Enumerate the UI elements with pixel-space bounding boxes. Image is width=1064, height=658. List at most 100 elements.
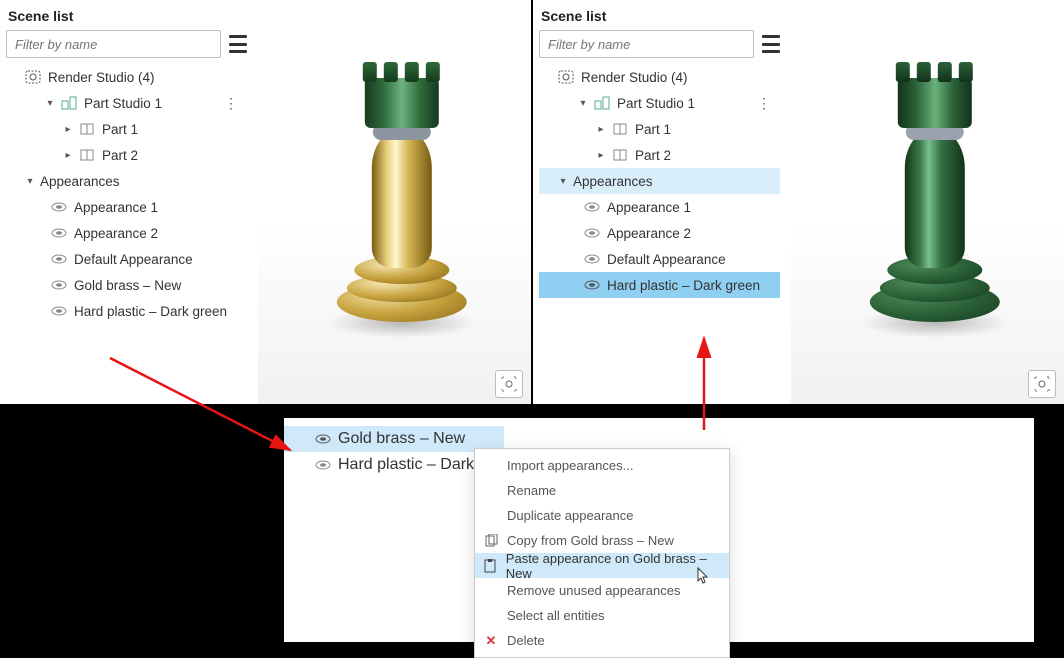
- chevron-down-icon: ▾: [24, 176, 36, 187]
- part-2-label: Part 2: [102, 148, 138, 163]
- blank-icon: [483, 483, 499, 499]
- appearance-row[interactable]: Appearance 1: [539, 194, 780, 220]
- tree-part-2[interactable]: ▸ Part 2: [6, 142, 247, 168]
- appearance-icon: [583, 251, 601, 267]
- context-row-plastic[interactable]: Hard plastic – Dark: [284, 452, 504, 478]
- appearance-label: Appearance 1: [607, 200, 691, 215]
- chevron-right-icon: ▸: [62, 150, 74, 161]
- appearance-row-plastic-selected[interactable]: Hard plastic – Dark green: [539, 272, 780, 298]
- render-studio-icon: [557, 69, 575, 85]
- menu-select-all-label: Select all entities: [507, 608, 605, 623]
- blank-icon: [483, 608, 499, 624]
- scene-list-column: Scene list Render Studio (4) ▾ Part Stud…: [533, 0, 788, 298]
- cursor-icon: [694, 566, 712, 591]
- list-view-toggle-icon[interactable]: [229, 35, 247, 53]
- part-studio-label: Part Studio 1: [84, 96, 162, 111]
- tree-root-label: Render Studio (4): [581, 70, 688, 85]
- chevron-right-icon: ▸: [595, 150, 607, 161]
- filter-row: [6, 30, 247, 58]
- chess-rook-green: [849, 40, 1019, 340]
- context-row-label: Gold brass – New: [338, 430, 465, 448]
- menu-copy-label: Copy from Gold brass – New: [507, 533, 674, 548]
- appearances-header[interactable]: ▾ Appearances: [6, 168, 247, 194]
- part-studio-icon: [60, 95, 78, 111]
- appearance-icon: [314, 431, 332, 447]
- filter-input[interactable]: [6, 30, 221, 58]
- chevron-down-icon: ▾: [557, 176, 569, 187]
- part-icon: [78, 121, 96, 137]
- menu-delete[interactable]: ✕ Delete: [475, 628, 729, 653]
- tree-root[interactable]: Render Studio (4): [6, 64, 247, 90]
- scene-list-title: Scene list: [541, 8, 780, 24]
- tree-part-studio[interactable]: ▾ Part Studio 1 ⋮: [539, 90, 780, 116]
- blank-icon: [483, 508, 499, 524]
- tree-part-1[interactable]: ▸ Part 1: [6, 116, 247, 142]
- context-row-gold[interactable]: Gold brass – New: [284, 426, 504, 452]
- menu-import-label: Import appearances...: [507, 458, 633, 473]
- menu-paste-appearance[interactable]: Paste appearance on Gold brass – New: [475, 553, 729, 578]
- appearances-header[interactable]: ▾ Appearances: [539, 168, 780, 194]
- appearance-icon: [583, 199, 601, 215]
- appearance-label: Hard plastic – Dark green: [74, 304, 227, 319]
- menu-rename[interactable]: Rename: [475, 478, 729, 503]
- appearance-icon: [50, 225, 68, 241]
- list-view-toggle-icon[interactable]: [762, 35, 780, 53]
- appearance-icon: [50, 199, 68, 215]
- viewport-before[interactable]: [258, 0, 531, 404]
- context-menu: Import appearances... Rename Duplicate a…: [474, 448, 730, 658]
- tree-root[interactable]: Render Studio (4): [539, 64, 780, 90]
- appearance-icon: [314, 457, 332, 473]
- tree-part-studio[interactable]: ▾ Part Studio 1 ⋮: [6, 90, 247, 116]
- appearance-label: Default Appearance: [74, 252, 193, 267]
- appearance-row[interactable]: Appearance 2: [539, 220, 780, 246]
- appearance-row[interactable]: Default Appearance: [6, 246, 247, 272]
- part-1-label: Part 1: [635, 122, 671, 137]
- context-row-label: Hard plastic – Dark: [338, 456, 474, 474]
- appearance-row-plastic[interactable]: Hard plastic – Dark green: [6, 298, 247, 324]
- appearance-row-gold[interactable]: Gold brass – New: [6, 272, 247, 298]
- appearance-label: Appearance 2: [74, 226, 158, 241]
- menu-remove-unused[interactable]: Remove unused appearances: [475, 578, 729, 603]
- appearance-icon: [50, 303, 68, 319]
- context-menu-rows: Gold brass – New Hard plastic – Dark: [284, 426, 504, 478]
- delete-icon: ✕: [483, 633, 499, 649]
- appearance-row[interactable]: Appearance 2: [6, 220, 247, 246]
- menu-delete-label: Delete: [507, 633, 545, 648]
- part-2-label: Part 2: [635, 148, 671, 163]
- appearance-label: Gold brass – New: [74, 278, 181, 293]
- appearance-row[interactable]: Appearance 1: [6, 194, 247, 220]
- menu-import[interactable]: Import appearances...: [475, 453, 729, 478]
- part-icon: [611, 121, 629, 137]
- frame-selection-button[interactable]: [1028, 370, 1056, 398]
- blank-icon: [483, 458, 499, 474]
- viewport-after[interactable]: [791, 0, 1064, 404]
- chevron-down-icon: ▾: [44, 98, 56, 109]
- chevron-right-icon: ▸: [62, 124, 74, 135]
- part-studio-icon: [593, 95, 611, 111]
- menu-copy-from[interactable]: Copy from Gold brass – New: [475, 528, 729, 553]
- kebab-menu-icon[interactable]: ⋮: [224, 95, 237, 112]
- tree-part-2[interactable]: ▸ Part 2: [539, 142, 780, 168]
- menu-rename-label: Rename: [507, 483, 556, 498]
- tree-root-label: Render Studio (4): [48, 70, 155, 85]
- frame-selection-button[interactable]: [495, 370, 523, 398]
- menu-duplicate[interactable]: Duplicate appearance: [475, 503, 729, 528]
- scene-list-title: Scene list: [8, 8, 247, 24]
- part-icon: [611, 147, 629, 163]
- paste-icon: [483, 558, 498, 574]
- appearance-icon: [583, 225, 601, 241]
- menu-select-all[interactable]: Select all entities: [475, 603, 729, 628]
- menu-remove-label: Remove unused appearances: [507, 583, 680, 598]
- menu-paste-label: Paste appearance on Gold brass – New: [506, 551, 719, 581]
- appearance-label: Default Appearance: [607, 252, 726, 267]
- chess-rook-gold: [316, 40, 486, 340]
- filter-row: [539, 30, 780, 58]
- appearance-icon: [583, 277, 601, 293]
- appearance-icon: [50, 277, 68, 293]
- tree-part-1[interactable]: ▸ Part 1: [539, 116, 780, 142]
- filter-input[interactable]: [539, 30, 754, 58]
- scene-tree: Render Studio (4) ▾ Part Studio 1 ⋮ ▸ Pa…: [539, 64, 780, 298]
- appearance-row[interactable]: Default Appearance: [539, 246, 780, 272]
- kebab-menu-icon[interactable]: ⋮: [757, 95, 770, 112]
- appearances-label: Appearances: [573, 174, 653, 189]
